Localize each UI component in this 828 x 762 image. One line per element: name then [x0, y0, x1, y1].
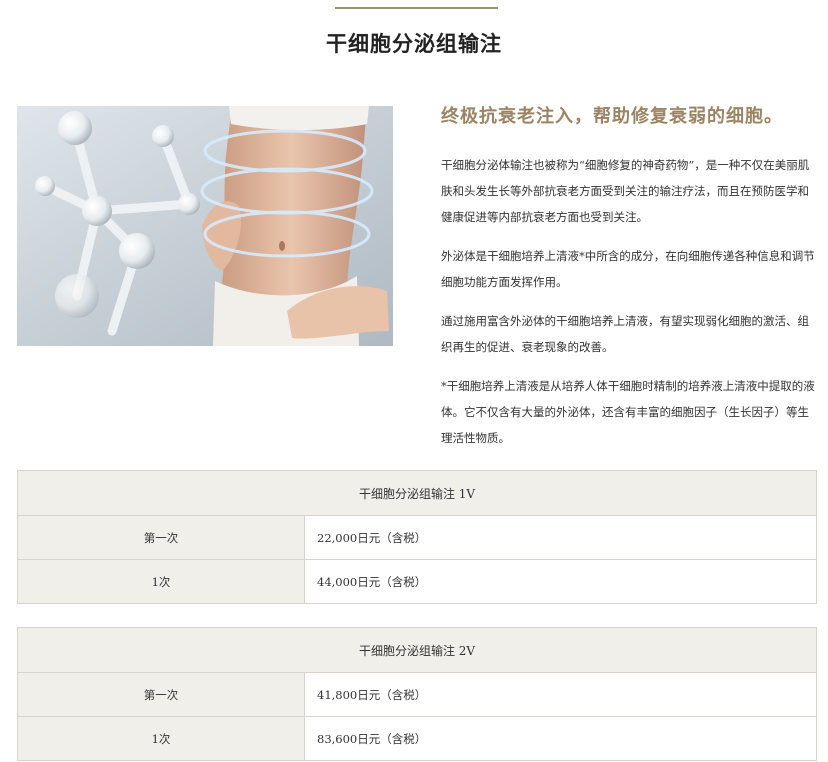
row-price: 83,600日元（含税） — [304, 716, 817, 761]
row-price: 41,800日元（含税） — [304, 672, 817, 717]
table-header-row: 干细胞分泌组输注 2V — [17, 627, 817, 673]
page-title: 干细胞分泌组输注 — [326, 31, 502, 56]
price-table-1v: 干细胞分泌组输注 1V 第一次 22,000日元（含税） 1次 44,000日元… — [17, 470, 817, 604]
section-headline: 终极抗衰老注入，帮助修复衰弱的细胞。 — [441, 106, 783, 127]
table-row: 1次 83,600日元（含税） — [17, 716, 817, 761]
hero-image — [17, 106, 393, 346]
table-header: 干细胞分泌组输注 1V — [17, 470, 817, 516]
table-header-row: 干细胞分泌组输注 1V — [17, 470, 817, 516]
row-label: 1次 — [17, 716, 305, 761]
table-row: 第一次 41,800日元（含税） — [17, 672, 817, 717]
title-decoration-rule — [335, 7, 498, 9]
description-paragraph: 通过施用富含外泌体的干细胞培养上清液，有望实现弱化细胞的激活、组织再生的促进、衰… — [441, 314, 809, 354]
row-price: 44,000日元（含税） — [304, 559, 817, 604]
description-section: 终极抗衰老注入，帮助修复衰弱的细胞。 干细胞分泌体输注也被称为“细胞修复的神奇药… — [441, 104, 819, 464]
table-row: 第一次 22,000日元（含税） — [17, 515, 817, 560]
row-price: 22,000日元（含税） — [304, 515, 817, 560]
description-paragraph: 干细胞分泌体输注也被称为“细胞修复的神奇药物”，是一种不仅在美丽肌肤和头发生长等… — [441, 158, 810, 224]
row-label: 第一次 — [17, 672, 305, 717]
table-row: 1次 44,000日元（含税） — [17, 559, 817, 604]
row-label: 1次 — [17, 559, 305, 604]
description-paragraph: 外泌体是干细胞培养上清液*中所含的成分，在向细胞传递各种信息和调节细胞功能方面发… — [441, 249, 815, 289]
footnote-paragraph: *干细胞培养上清液是从培养人体干细胞时精制的培养液上清液中提取的液体。它不仅含有… — [441, 379, 815, 445]
table-header: 干细胞分泌组输注 2V — [17, 627, 817, 673]
row-label: 第一次 — [17, 515, 305, 560]
price-table-2v: 干细胞分泌组输注 2V 第一次 41,800日元（含税） 1次 83,600日元… — [17, 627, 817, 761]
